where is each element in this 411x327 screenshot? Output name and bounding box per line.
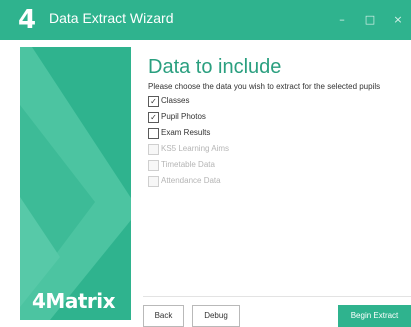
footer-divider bbox=[143, 296, 411, 297]
option-label: KS5 Learning Aims bbox=[161, 144, 230, 153]
checkbox[interactable]: ✓ bbox=[148, 112, 159, 123]
back-button[interactable]: Back bbox=[143, 305, 184, 327]
option-label: Timetable Data bbox=[161, 160, 215, 169]
option-label: Exam Results bbox=[161, 128, 211, 137]
brand-logo: 4Matrix bbox=[32, 289, 116, 313]
option-label: Classes bbox=[161, 96, 190, 105]
checkbox bbox=[148, 144, 159, 155]
minimize-button[interactable]: – bbox=[334, 12, 350, 28]
maximize-button[interactable]: □ bbox=[362, 12, 378, 28]
option-label: Attendance Data bbox=[161, 176, 221, 185]
chevron-graphic bbox=[20, 47, 131, 320]
page-title: Data to include bbox=[148, 56, 282, 78]
title-bar: 4 Data Extract Wizard – □ × bbox=[0, 0, 411, 40]
option-label: Pupil Photos bbox=[161, 112, 206, 121]
begin-extract-button[interactable]: Begin Extract bbox=[338, 305, 411, 327]
instructions-text: Please choose the data you wish to extra… bbox=[148, 82, 381, 91]
app-logo: 4 bbox=[18, 5, 37, 35]
debug-button[interactable]: Debug bbox=[192, 305, 240, 327]
close-button[interactable]: × bbox=[390, 12, 406, 28]
window-title: Data Extract Wizard bbox=[49, 10, 174, 26]
checkbox[interactable]: ✓ bbox=[148, 96, 159, 107]
checkbox bbox=[148, 160, 159, 171]
checkbox[interactable] bbox=[148, 128, 159, 139]
checkbox bbox=[148, 176, 159, 187]
sidebar-banner: 4Matrix bbox=[20, 47, 131, 320]
